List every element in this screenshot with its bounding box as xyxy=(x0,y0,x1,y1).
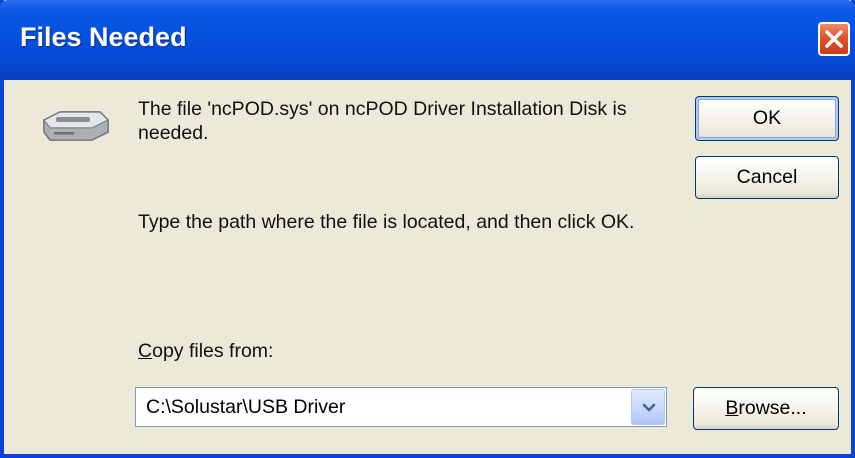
copy-files-from-combobox[interactable]: C:\Solustar\USB Driver xyxy=(135,387,667,427)
copy-files-from-input[interactable]: C:\Solustar\USB Driver xyxy=(146,396,345,419)
close-button[interactable] xyxy=(818,22,850,56)
browse-button[interactable]: Browse... xyxy=(693,387,839,430)
ok-button[interactable]: OK xyxy=(695,96,839,141)
browse-label: rowse... xyxy=(738,397,807,419)
window-title: Files Needed xyxy=(20,22,187,52)
disk-drive-icon xyxy=(40,106,112,151)
browse-accelerator: B xyxy=(725,397,739,419)
copy-label-accelerator: C xyxy=(138,340,153,362)
cancel-button[interactable]: Cancel xyxy=(695,156,839,199)
title-bar[interactable]: Files Needed xyxy=(0,0,855,80)
dropdown-button[interactable] xyxy=(631,389,665,425)
copy-files-from-label: Copy files from: xyxy=(138,340,273,363)
file-needed-message: The file 'ncPOD.sys' on ncPOD Driver Ins… xyxy=(138,98,627,144)
copy-label-text: opy files from: xyxy=(152,340,274,362)
instruction-message: Type the path where the file is located,… xyxy=(138,211,635,233)
